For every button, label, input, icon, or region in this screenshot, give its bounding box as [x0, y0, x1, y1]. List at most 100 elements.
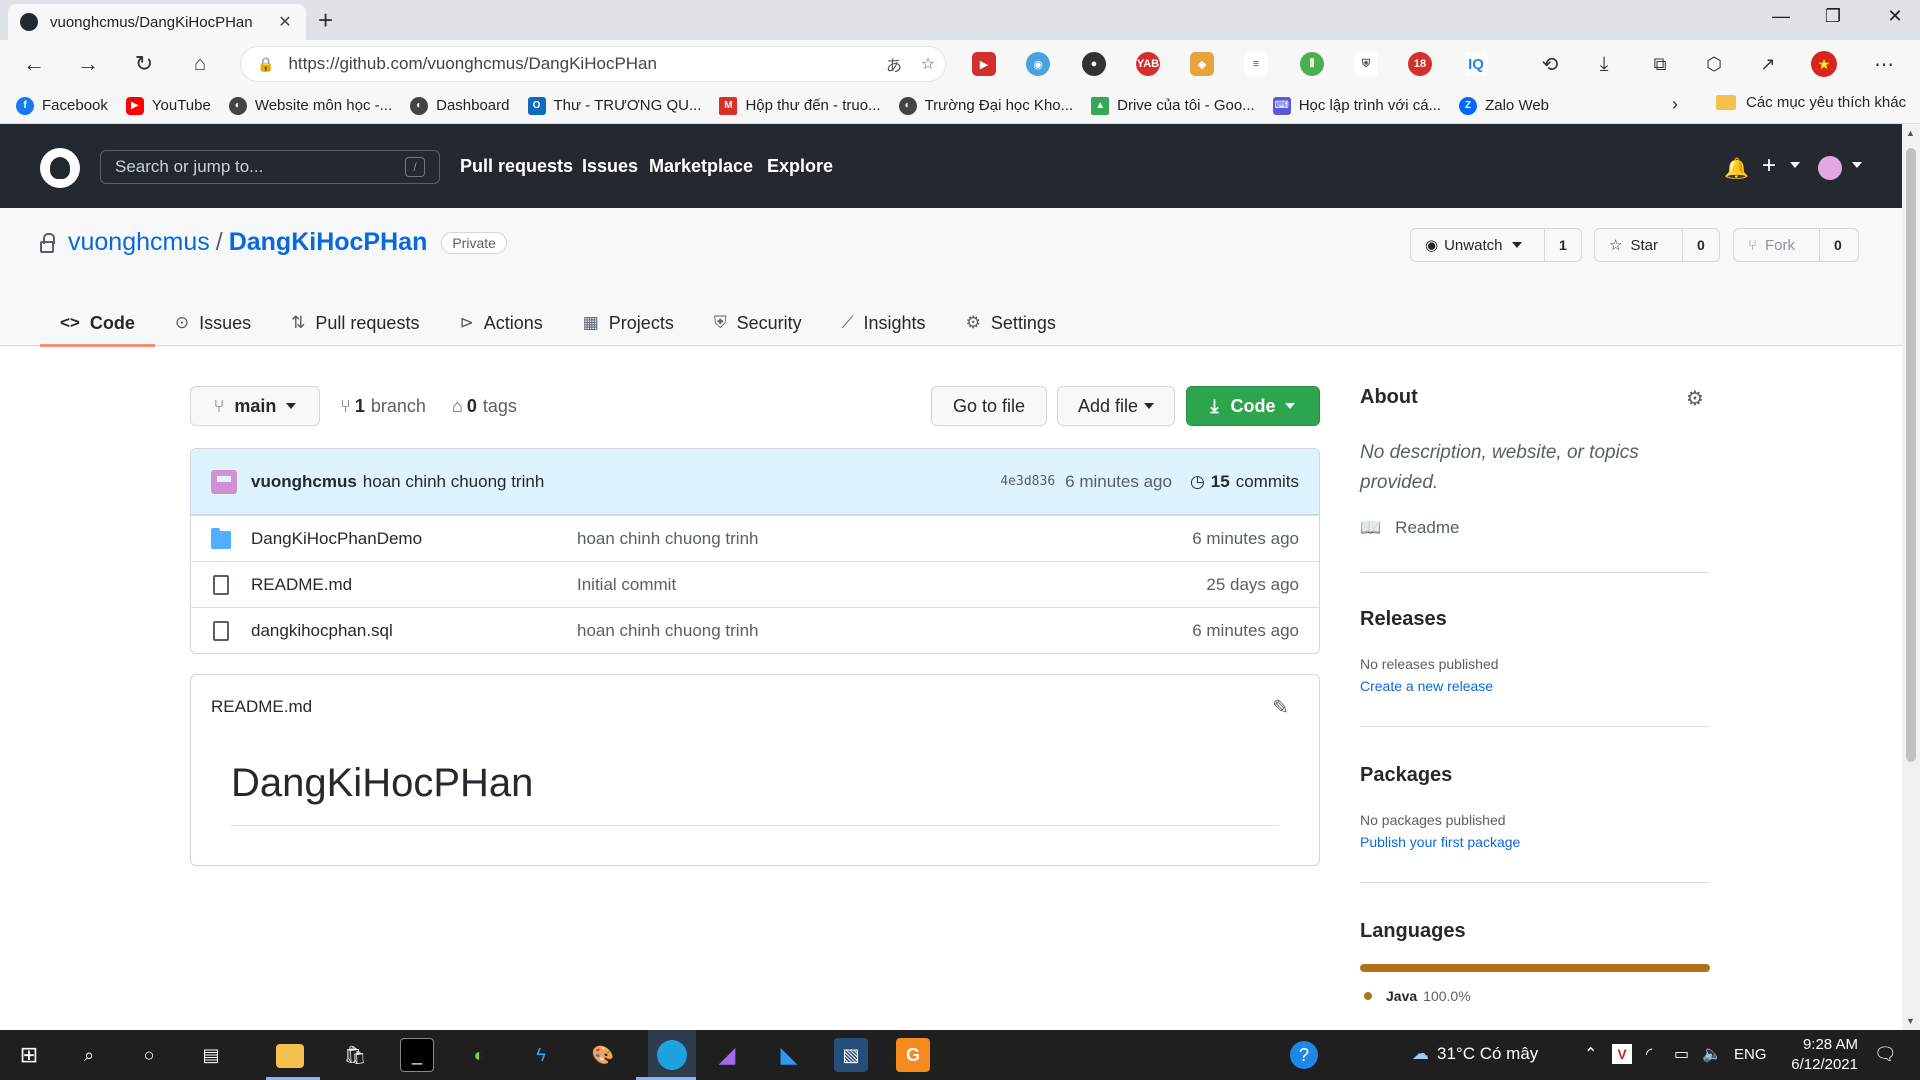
bookmark-item[interactable]: O Thư - TRƯƠNG QU...: [527, 96, 701, 115]
address-bar[interactable]: 🔒 https://github.com/vuonghcmus/DangKiHo…: [240, 46, 946, 82]
readme-filename[interactable]: README.md: [211, 697, 312, 717]
app-icon-green[interactable]: ◐: [462, 1038, 496, 1072]
extension-icon-6[interactable]: ≡: [1244, 52, 1268, 76]
tags-link[interactable]: ⌂ 0 tags: [452, 396, 517, 417]
star-count[interactable]: 0: [1683, 237, 1719, 253]
input-language[interactable]: ENG: [1734, 1046, 1767, 1063]
file-explorer-icon[interactable]: [276, 1044, 304, 1068]
tab-code[interactable]: <> Code: [40, 300, 155, 347]
close-window-icon[interactable]: ✕: [1880, 6, 1910, 27]
chevron-down-icon[interactable]: [1790, 162, 1800, 168]
page-scrollbar[interactable]: ▲ ▼: [1902, 124, 1920, 1030]
back-icon[interactable]: ←: [18, 48, 50, 80]
packages-title[interactable]: Packages: [1360, 764, 1452, 787]
close-tab-icon[interactable]: ✕: [276, 12, 294, 32]
pencil-icon[interactable]: ✎: [1272, 695, 1289, 720]
more-menu-icon[interactable]: ⋯: [1868, 48, 1900, 80]
create-new-plus-icon[interactable]: +: [1762, 152, 1776, 180]
repo-name-link[interactable]: DangKiHocPHan: [229, 228, 428, 257]
extension-icon-3[interactable]: ●: [1082, 52, 1106, 76]
volume-icon[interactable]: 🔈: [1702, 1044, 1722, 1064]
file-name[interactable]: README.md: [251, 575, 577, 595]
bookmark-item[interactable]: ▶ YouTube: [125, 96, 211, 115]
store-icon[interactable]: 🛍: [338, 1038, 372, 1072]
file-commit-message[interactable]: Initial commit: [577, 575, 1206, 595]
file-name[interactable]: dangkihocphan.sql: [251, 621, 577, 641]
tab-actions[interactable]: ⊳ Actions: [439, 300, 562, 346]
bookmark-item[interactable]: ◐ Trường Đại học Kho...: [898, 96, 1073, 115]
notifications-bell-icon[interactable]: 🔔: [1724, 156, 1749, 181]
file-name[interactable]: DangKiHocPhanDemo: [251, 529, 577, 549]
table-row[interactable]: dangkihocphan.sql hoan chinh chuong trin…: [191, 607, 1319, 653]
watch-label-wrap[interactable]: ◉ Unwatch: [1411, 229, 1545, 261]
watch-count[interactable]: 1: [1545, 237, 1581, 253]
wifi-icon[interactable]: ◜: [1646, 1044, 1652, 1064]
bookmark-item[interactable]: ◐ Website môn học -...: [228, 96, 392, 115]
code-button[interactable]: ⤓ Code: [1186, 386, 1320, 426]
history-icon[interactable]: ⟲: [1534, 48, 1566, 80]
releases-title[interactable]: Releases: [1360, 608, 1447, 631]
extension-icon-4[interactable]: YAB: [1136, 52, 1160, 76]
publish-package-link[interactable]: Publish your first package: [1360, 834, 1520, 850]
profile-icon[interactable]: ★: [1808, 48, 1840, 80]
tab-settings[interactable]: ⚙ Settings: [946, 300, 1076, 346]
tab-projects[interactable]: ▦ Projects: [563, 300, 694, 346]
app-icon-blue[interactable]: ϟ: [524, 1038, 558, 1072]
readme-link[interactable]: 📖 Readme: [1360, 518, 1459, 538]
read-aloud-icon[interactable]: あ: [877, 52, 911, 76]
task-view-icon[interactable]: ▤: [194, 1038, 228, 1072]
create-release-link[interactable]: Create a new release: [1360, 678, 1493, 694]
watch-button[interactable]: ◉ Unwatch 1: [1410, 228, 1582, 262]
language-item[interactable]: Java 100.0%: [1364, 988, 1471, 1004]
extensions-icon[interactable]: ⬡: [1698, 48, 1730, 80]
battery-icon[interactable]: ▭: [1674, 1044, 1689, 1064]
download-icon[interactable]: ⤓: [1588, 48, 1620, 80]
gear-icon[interactable]: ⚙: [1686, 386, 1704, 411]
bookmark-item[interactable]: Z Zalo Web: [1459, 96, 1549, 115]
favorite-star-icon[interactable]: ☆: [911, 54, 945, 74]
lock-icon[interactable]: 🔒: [257, 56, 274, 73]
terminal-icon[interactable]: _: [400, 1038, 434, 1072]
scroll-up-icon[interactable]: ▲: [1906, 128, 1915, 138]
browser-tab[interactable]: vuonghcmus/DangKiHocPHan ✕: [8, 4, 306, 40]
extension-icon-7[interactable]: ⦀: [1300, 52, 1324, 76]
file-commit-message[interactable]: hoan chinh chuong trinh: [577, 621, 1192, 641]
go-to-file-button[interactable]: Go to file: [931, 386, 1047, 426]
clock[interactable]: 9:28 AM 6/12/2021: [1776, 1035, 1858, 1075]
nav-explore[interactable]: Explore: [767, 156, 833, 177]
bookmark-item[interactable]: M Hộp thư đến - truo...: [719, 96, 881, 115]
nav-issues[interactable]: Issues: [582, 156, 638, 177]
windows-start-icon[interactable]: ⊞: [12, 1038, 46, 1072]
tab-insights[interactable]: ⟋ Insights: [822, 300, 946, 346]
refresh-icon[interactable]: ↻: [128, 48, 160, 80]
table-row[interactable]: DangKiHocPhanDemo hoan chinh chuong trin…: [191, 515, 1319, 561]
extension-icon-iq[interactable]: IQ: [1464, 52, 1488, 76]
weather-widget[interactable]: ☁ 31°C Có mây: [1412, 1044, 1538, 1064]
pdf-app-icon[interactable]: G: [896, 1038, 930, 1072]
bookmark-item[interactable]: f Facebook: [16, 96, 108, 115]
share-icon[interactable]: ↗: [1752, 48, 1784, 80]
extension-icon-1[interactable]: ▶: [972, 52, 996, 76]
app-icon-paint[interactable]: 🎨: [586, 1038, 620, 1072]
chevron-up-icon[interactable]: ⌃: [1584, 1044, 1597, 1064]
cortana-icon[interactable]: ○: [132, 1038, 166, 1072]
minimize-icon[interactable]: —: [1766, 6, 1796, 27]
sql-server-icon[interactable]: ▧: [834, 1038, 868, 1072]
chevron-right-icon[interactable]: ›: [1672, 94, 1678, 115]
antivirus-tray-icon[interactable]: V: [1612, 1044, 1632, 1064]
table-row[interactable]: README.md Initial commit 25 days ago: [191, 561, 1319, 607]
commit-message[interactable]: hoan chinh chuong trinh: [363, 472, 1001, 492]
tab-issues[interactable]: ⊙ Issues: [155, 300, 271, 346]
github-logo-icon[interactable]: [40, 148, 80, 188]
bookmark-item[interactable]: ⌨ Học lập trình với cá...: [1272, 96, 1441, 115]
help-icon[interactable]: ?: [1290, 1041, 1318, 1069]
nav-marketplace[interactable]: Marketplace: [649, 156, 753, 177]
other-favorites-folder[interactable]: Các mục yêu thích khác: [1716, 94, 1906, 111]
repo-owner-link[interactable]: vuonghcmus: [68, 228, 210, 257]
extension-icon-5[interactable]: ◆: [1190, 52, 1214, 76]
notification-center-icon[interactable]: 🗨: [1874, 1044, 1897, 1065]
collections-icon[interactable]: ⧉: [1644, 48, 1676, 80]
extension-icon-2[interactable]: ◉: [1026, 52, 1050, 76]
restore-icon[interactable]: ❐: [1818, 6, 1848, 27]
forward-icon[interactable]: →: [72, 48, 104, 80]
